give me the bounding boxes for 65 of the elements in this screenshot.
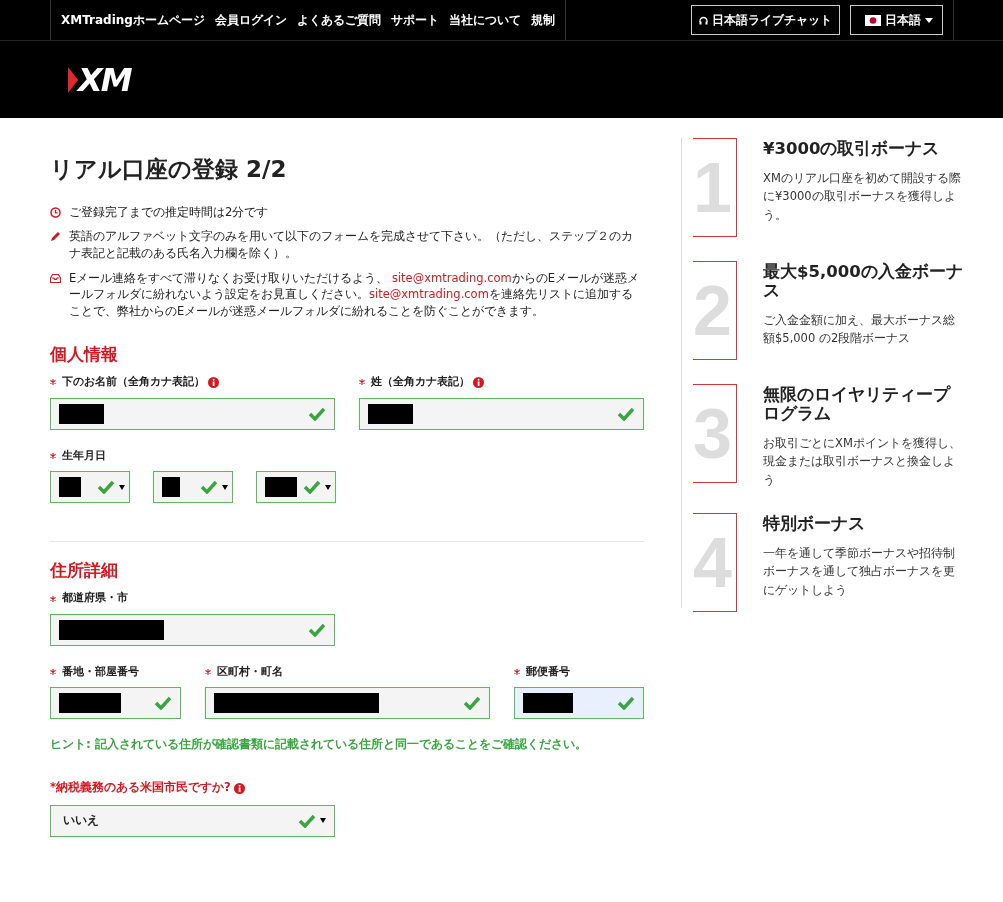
select-value: いいえ	[63, 812, 99, 830]
benefit-title: ¥3000の取引ボーナス	[763, 140, 941, 159]
page-title: リアル口座の登録 2/2	[50, 156, 288, 184]
email-link[interactable]: site@xmtrading.com	[391, 270, 512, 285]
language-button[interactable]: 日本語	[850, 5, 943, 35]
field-label: 区町村・町名	[217, 663, 283, 680]
check-icon	[200, 480, 218, 494]
nav-link[interactable]: XMTradingホームページ	[61, 11, 205, 29]
select-field[interactable]	[50, 471, 130, 503]
caret-icon	[325, 484, 331, 490]
check-icon	[308, 406, 326, 421]
field-label: 下のお名前（全角カナ表記）	[62, 374, 205, 390]
caret-icon	[222, 484, 228, 490]
field-label: 姓（全角カナ表記）	[371, 374, 470, 390]
check-icon	[303, 480, 321, 494]
section-heading: 住所詳細	[50, 560, 119, 581]
select-field[interactable]: いいえ	[50, 804, 335, 837]
japan-flag-icon	[865, 14, 881, 26]
check-icon	[617, 696, 635, 711]
nav-link[interactable]: 当社について	[448, 11, 521, 29]
field-label: 都道府県・市	[62, 590, 128, 607]
input-field[interactable]	[50, 613, 335, 646]
nav-link[interactable]: 規制	[530, 11, 555, 29]
field-label: 郵便番号	[526, 663, 570, 680]
check-icon	[308, 622, 326, 637]
select-field[interactable]	[256, 471, 336, 503]
nav-link[interactable]: サポート	[390, 11, 439, 29]
benefit-text: お取引ごとにXMポイントを獲得し、現金または取引ボーナスと換金しよう	[763, 434, 962, 489]
logo: XM	[68, 63, 131, 96]
nav-link[interactable]: よくあるご質問	[296, 11, 381, 29]
clock-icon	[50, 206, 61, 218]
section-heading: 個人情報	[50, 343, 119, 364]
caret-icon	[320, 818, 326, 824]
notice-text: ご登録完了までの推定時間は2分です	[69, 203, 269, 221]
benefit-text: XMのリアル口座を初めて開設する際に¥3000の取引ボーナスを獲得しよう。	[763, 169, 962, 224]
input-field[interactable]	[205, 687, 490, 720]
benefit-title: 最大$5,000の入金ボーナス	[763, 263, 964, 301]
check-icon	[97, 480, 115, 494]
field-label: 生年月日	[62, 447, 106, 464]
check-icon	[617, 406, 635, 421]
input-field[interactable]	[514, 687, 644, 720]
pencil-icon	[50, 231, 61, 243]
inbox-icon	[50, 272, 61, 284]
benefit-text: 一年を通して季節ボーナスや招待制ボーナスを通して独占ボーナスを更にゲットしよう	[763, 545, 956, 599]
headset-icon	[699, 15, 708, 25]
hint-text: ヒント: 記入されている住所が確認書類に記載されている住所と同一であることをご確認ください。	[50, 736, 588, 754]
caret-icon	[925, 17, 933, 23]
notice-text: 英語のアルファベット文字のみを用いて以下のフォームを完成させて下さい。（ただし、ステップ２のカナ表記と記載のある氏名入力欄を除く）。	[69, 228, 634, 262]
email-link[interactable]: site@xmtrading.com	[369, 287, 489, 302]
question-label: *納税義務のある米国市民ですか?	[50, 779, 231, 797]
input-field[interactable]	[50, 687, 181, 720]
nav-link[interactable]: 会員ログイン	[214, 11, 287, 29]
check-icon	[154, 696, 172, 711]
notice-text: Eメール連絡をすべて滞りなくお受け取りいただけるよう、 site@xmtrading.comからのEメールが迷惑メールフォルダに紛れないよう設定をお見直しください。site@xmtrading.comを連絡先リストに追加することで、弊社からのEメールが迷惑メールフォルダに紛れることを防ぐことができます。	[69, 269, 641, 320]
select-field[interactable]	[153, 471, 233, 503]
live-chat-button[interactable]: 日本語ライブチャット	[691, 5, 840, 35]
benefit-title: 特別ボーナス	[763, 515, 866, 535]
check-icon	[298, 813, 316, 828]
input-field[interactable]	[50, 397, 335, 430]
check-icon	[463, 696, 481, 711]
benefit-title: 無限のロイヤリティープログラム	[763, 386, 952, 424]
field-label: 番地・部屋番号	[62, 663, 139, 680]
input-field[interactable]	[359, 397, 644, 430]
caret-icon	[119, 484, 125, 490]
benefit-text: ご入金金額に加え、最大ボーナス総額$5,000 の2段階ボーナス	[763, 311, 956, 348]
